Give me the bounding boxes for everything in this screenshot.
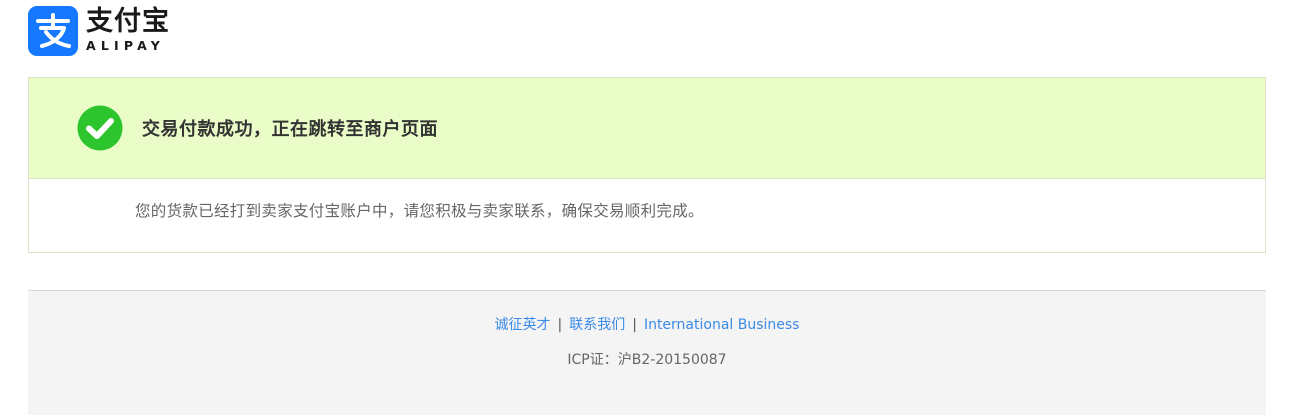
result-header: 交易付款成功，正在跳转至商户页面: [29, 78, 1265, 179]
alipay-glyph: [36, 13, 71, 48]
site-footer: 诚征英才 | 联系我们 | International Business ICP证：沪B…: [28, 290, 1266, 415]
result-description: 您的货款已经打到卖家支付宝账户中，请您积极与卖家联系，确保交易顺利完成。: [135, 201, 704, 220]
payment-result-panel: 交易付款成功，正在跳转至商户页面 您的货款已经打到卖家支付宝账户中，请您积极与卖…: [28, 77, 1266, 253]
check-circle-icon: [77, 105, 123, 151]
brand-name-cn: 支付宝: [86, 6, 170, 37]
alipay-logo-icon[interactable]: [28, 6, 78, 56]
footer-link-international[interactable]: International Business: [644, 317, 800, 333]
brand-name-en: ALIPAY: [86, 38, 166, 53]
site-header: 支付宝 ALIPAY: [28, 6, 170, 58]
footer-separator: |: [557, 317, 563, 333]
icp-license: ICP证：沪B2-20150087: [567, 352, 727, 368]
logo-text: 支付宝 ALIPAY: [86, 6, 170, 53]
result-title: 交易付款成功，正在跳转至商户页面: [142, 119, 438, 140]
footer-link-careers[interactable]: 诚征英才: [495, 317, 551, 333]
footer-links: 诚征英才 | 联系我们 | International Business: [28, 314, 1266, 334]
result-body: 您的货款已经打到卖家支付宝账户中，请您积极与卖家联系，确保交易顺利完成。: [29, 179, 1265, 252]
footer-link-contact[interactable]: 联系我们: [569, 317, 625, 333]
footer-separator: |: [632, 317, 637, 333]
